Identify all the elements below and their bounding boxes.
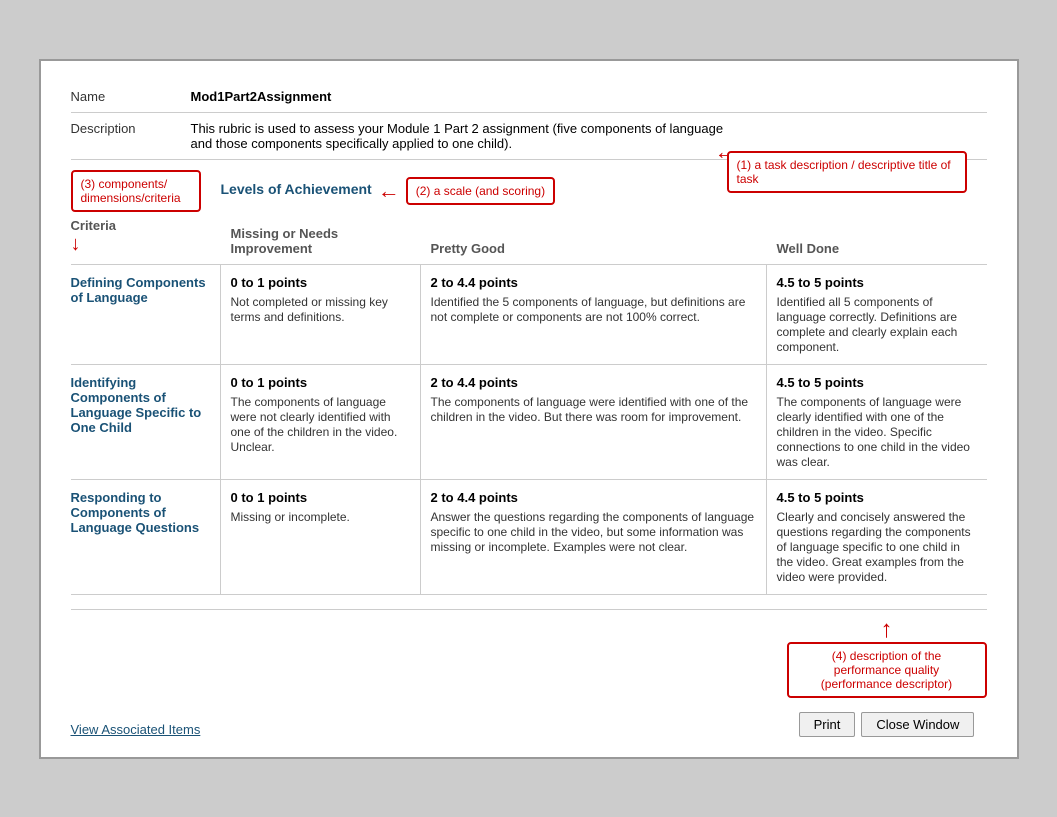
criteria-cell-2: Identifying Components of Language Speci… <box>71 365 221 479</box>
levels-arrow: ← <box>378 178 400 204</box>
cell-1-1: 0 to 1 points Not completed or missing k… <box>221 265 421 364</box>
name-value: Mod1Part2Assignment <box>191 89 987 104</box>
view-associated-link[interactable]: View Associated Items <box>71 722 201 737</box>
desc-row: Description This rubric is used to asses… <box>71 113 987 160</box>
annotation-3-text: (3) components/ dimensions/criteria <box>81 177 181 205</box>
col1-header: Missing or Needs Improvement <box>221 222 421 260</box>
main-window: Name Mod1Part2Assignment Description Thi… <box>39 59 1019 759</box>
annotation-4-wrapper: ↑ (4) description of the performance qua… <box>787 618 987 698</box>
annotation-3-wrapper: (3) components/ dimensions/criteria <box>71 170 221 212</box>
name-row: Name Mod1Part2Assignment <box>71 81 987 113</box>
criteria-cell-1: Defining Components of Language <box>71 265 221 364</box>
table-row: Responding to Components of Language Que… <box>71 480 987 595</box>
cell-3-2: 2 to 4.4 points Answer the questions reg… <box>421 480 767 594</box>
print-button[interactable]: Print <box>799 712 856 737</box>
annotation-4-box: (4) description of the performance quali… <box>787 642 987 698</box>
criteria-arrow: ↓ <box>71 233 211 256</box>
annotation-4-text: (4) description of the performance quali… <box>821 649 952 691</box>
table-row: Identifying Components of Language Speci… <box>71 365 987 480</box>
col3-header: Well Done <box>767 237 987 260</box>
levels-label: Levels of Achievement <box>221 181 372 197</box>
col2-header: Pretty Good <box>421 237 767 260</box>
cell-1-3: 4.5 to 5 points Identified all 5 compone… <box>767 265 987 364</box>
criteria-header: Criteria ↓ <box>71 214 221 260</box>
button-row: Print Close Window <box>799 712 975 737</box>
annotation-2-text: (2) a scale (and scoring) <box>416 184 545 198</box>
cell-2-1: 0 to 1 points The components of language… <box>221 365 421 479</box>
footer-right: ↑ (4) description of the performance qua… <box>787 618 987 737</box>
cell-3-3: 4.5 to 5 points Clearly and concisely an… <box>767 480 987 594</box>
ann4-arrow: ↑ <box>881 618 893 642</box>
cell-2-2: 2 to 4.4 points The components of langua… <box>421 365 767 479</box>
close-window-button[interactable]: Close Window <box>861 712 974 737</box>
desc-value: This rubric is used to assess your Modul… <box>191 121 987 151</box>
name-label: Name <box>71 89 191 104</box>
annotation-1-box: (1) a task description / descriptive tit… <box>727 151 967 193</box>
cell-2-3: 4.5 to 5 points The components of langua… <box>767 365 987 479</box>
criteria-cell-3: Responding to Components of Language Que… <box>71 480 221 594</box>
cell-1-2: 2 to 4.4 points Identified the 5 compone… <box>421 265 767 364</box>
table-header: Criteria ↓ Missing or Needs Improvement … <box>71 214 987 265</box>
table-row: Defining Components of Language 0 to 1 p… <box>71 265 987 365</box>
footer: View Associated Items ↑ (4) description … <box>71 609 987 737</box>
rubric-section: (3) components/ dimensions/criteria Leve… <box>71 170 987 595</box>
cell-3-1: 0 to 1 points Missing or incomplete. <box>221 480 421 594</box>
desc-label: Description <box>71 121 191 136</box>
